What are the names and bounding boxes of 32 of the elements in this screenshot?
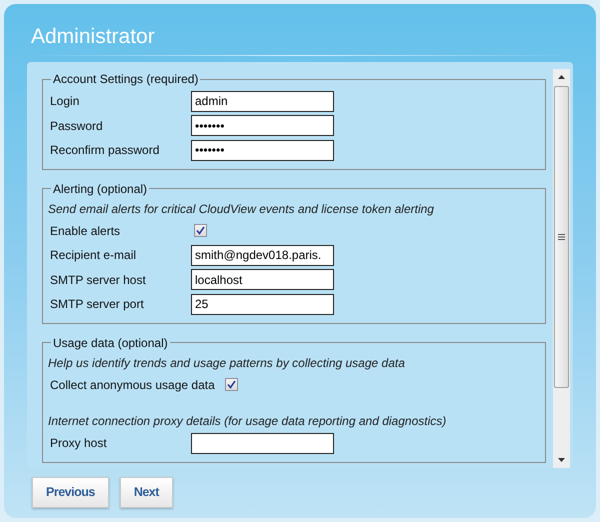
field-label: Login xyxy=(50,93,80,110)
field-label: SMTP server port xyxy=(50,296,145,314)
grip-icon xyxy=(558,234,565,240)
nav-button[interactable]: Next xyxy=(120,477,173,508)
checkbox[interactable] xyxy=(194,224,207,238)
field-label: Recipient e-mail xyxy=(50,247,138,264)
help-text: Send email alerts for critical CloudView events and license token alerting xyxy=(48,200,435,218)
help-text: Internet connection proxy details (for usage data reporting and diagnostics) xyxy=(48,413,448,430)
field-label: Proxy host xyxy=(50,435,108,452)
input-field[interactable]: ••••••• xyxy=(191,115,334,136)
checkbox[interactable] xyxy=(224,378,238,392)
input-field[interactable]: 25 xyxy=(191,294,334,315)
window-title: Administrator xyxy=(31,25,156,49)
scroll-thumb[interactable] xyxy=(554,86,569,388)
input-field[interactable]: admin xyxy=(191,90,334,112)
check-icon xyxy=(226,380,236,390)
scrollbar[interactable] xyxy=(553,69,570,468)
help-text: Help us identify trends and usage patterns by collecting usage data xyxy=(48,354,406,372)
input-field[interactable]: smith@ngdev018.paris. xyxy=(191,244,334,266)
group-title: Account Settings (required) xyxy=(52,71,200,88)
checkbox-label: Enable alerts xyxy=(50,222,122,240)
checkbox-label: Collect anonymous usage data xyxy=(50,376,216,394)
check-icon xyxy=(196,226,205,236)
input-field[interactable]: localhost xyxy=(191,269,334,290)
group-title: Usage data (optional) xyxy=(52,334,169,352)
nav-button[interactable]: Previous xyxy=(32,477,109,508)
group-title: Alerting (optional) xyxy=(52,180,148,198)
input-field[interactable]: ••••••• xyxy=(191,140,334,161)
field-label: Password xyxy=(50,118,104,135)
field-label: SMTP server host xyxy=(50,272,147,289)
input-field[interactable] xyxy=(191,432,334,454)
field-label: Reconfirm password xyxy=(50,142,160,160)
